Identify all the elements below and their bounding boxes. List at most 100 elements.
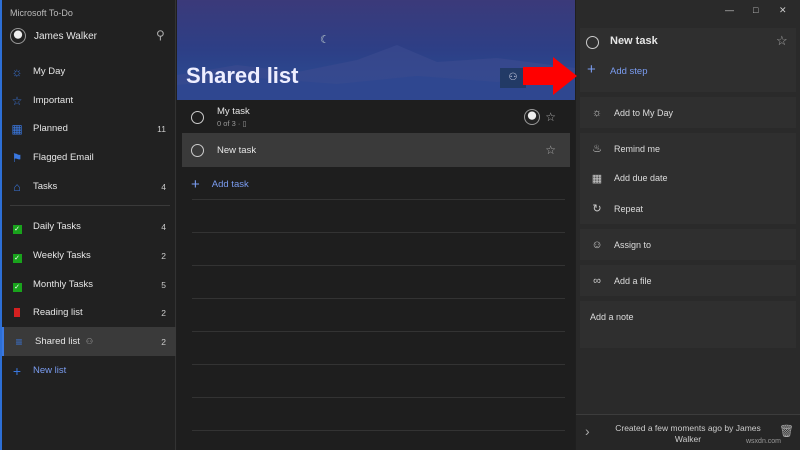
task-item-selected[interactable]: New task ☆ xyxy=(182,133,570,167)
add-step-button[interactable]: Add step xyxy=(610,66,648,77)
plus-icon: + xyxy=(12,362,22,379)
sidebar-list-daily-tasks[interactable]: ✓ Daily Tasks 4 xyxy=(2,212,176,241)
note-input[interactable]: Add a note xyxy=(580,301,796,348)
label: Add task xyxy=(211,178,249,190)
checkbox-icon: ✓ xyxy=(12,224,22,234)
label: Add a note xyxy=(590,312,634,322)
add-task-button[interactable]: + Add task xyxy=(182,170,570,198)
trash-icon[interactable]: 🗑 xyxy=(779,424,794,438)
label: Repeat xyxy=(614,203,644,214)
shared-icon: ⚇ xyxy=(85,337,94,346)
add-file-button[interactable]: ∞ Add a file xyxy=(580,265,796,296)
task-title: My task xyxy=(217,106,250,117)
person-add-icon: ☺ xyxy=(591,238,603,251)
count: 2 xyxy=(161,250,166,261)
count: 4 xyxy=(161,181,166,192)
note-icon: · ▯ xyxy=(237,119,247,128)
paperclip-icon: ∞ xyxy=(593,274,601,287)
label: Daily Tasks xyxy=(33,221,81,232)
checkbox-icon: ✓ xyxy=(12,282,22,292)
sun-icon: ☼ xyxy=(11,64,23,79)
divider xyxy=(192,364,565,365)
sidebar-item-flagged-email[interactable]: ⚑ Flagged Email xyxy=(2,143,176,172)
label: Remind me xyxy=(614,143,661,154)
label: New list xyxy=(33,365,67,376)
count: 11 xyxy=(157,123,166,134)
sidebar: Microsoft To-Do James Walker ⚲ ☼ My Day ☆… xyxy=(0,0,176,450)
star-icon[interactable]: ☆ xyxy=(545,110,556,124)
task-item[interactable]: My task 0 of 3 · ▯ ☆ xyxy=(182,102,570,132)
checkbox-icon: ✓ xyxy=(12,253,22,263)
sidebar-item-planned[interactable]: ▦ Planned 11 xyxy=(2,114,176,143)
close-button[interactable]: ✕ xyxy=(779,5,787,16)
task-title[interactable]: New task xyxy=(610,35,658,47)
count: 4 xyxy=(161,221,166,232)
label: Weekly Tasks xyxy=(33,250,91,261)
label: Reading list xyxy=(33,307,83,318)
sun-icon: ☼ xyxy=(591,106,603,119)
complete-checkbox[interactable] xyxy=(191,110,204,124)
assign-to-button[interactable]: ☺ Assign to xyxy=(580,229,796,260)
repeat-icon: ↻ xyxy=(592,203,602,215)
flag-icon: ⚑ xyxy=(11,150,23,165)
star-icon[interactable]: ☆ xyxy=(776,33,788,49)
created-info: Created a few moments ago by James Walke… xyxy=(615,423,761,444)
divider xyxy=(192,298,565,299)
divider xyxy=(192,331,565,332)
label: Add to My Day xyxy=(614,107,674,118)
divider xyxy=(192,430,565,431)
divider xyxy=(192,265,565,266)
label: Assign to xyxy=(614,239,652,250)
task-detail-pane: — □ ✕ New task ☆ + Add step ☼ Add to My D… xyxy=(576,0,800,450)
sidebar-list-monthly-tasks[interactable]: ✓ Monthly Tasks 5 xyxy=(2,270,176,299)
sidebar-item-tasks[interactable]: ⌂ Tasks 4 xyxy=(2,172,176,201)
divider xyxy=(192,199,565,200)
divider xyxy=(192,232,565,233)
maximize-button[interactable]: □ xyxy=(753,5,758,15)
star-icon: ☆ xyxy=(11,93,23,108)
count: 2 xyxy=(161,336,166,347)
calendar-icon: ▦ xyxy=(591,172,603,185)
complete-checkbox[interactable] xyxy=(191,143,204,157)
label: Important xyxy=(33,95,74,106)
sidebar-item-my-day[interactable]: ☼ My Day xyxy=(2,57,176,86)
count: 5 xyxy=(161,279,166,290)
divider xyxy=(192,397,565,398)
search-icon[interactable]: ⚲ xyxy=(156,28,165,42)
app-title: Microsoft To-Do xyxy=(10,8,73,18)
red-arrow-annotation xyxy=(523,57,577,95)
remind-me-button[interactable]: ♨ Remind me xyxy=(580,133,796,164)
task-list-pane: ☾ Shared list ⚇ My task 0 of 3 · ▯ ☆ New… xyxy=(177,0,575,450)
count: 2 xyxy=(161,307,166,318)
label: Monthly Tasks xyxy=(33,279,94,290)
complete-checkbox[interactable] xyxy=(586,36,599,49)
sidebar-list-reading-list[interactable]: Reading list 2 xyxy=(2,298,176,327)
bell-icon: ♨ xyxy=(592,143,602,155)
moon-icon: ☾ xyxy=(320,34,330,46)
label: My Day xyxy=(33,66,66,77)
sidebar-item-important[interactable]: ☆ Important xyxy=(2,86,176,115)
minimize-button[interactable]: — xyxy=(725,5,734,15)
list-banner: ☾ Shared list ⚇ xyxy=(177,0,575,100)
label: Flagged Email xyxy=(33,152,94,163)
user-profile[interactable]: James Walker xyxy=(10,28,97,44)
repeat-button[interactable]: ↻ Repeat xyxy=(580,193,796,224)
label: Tasks xyxy=(33,181,58,192)
divider xyxy=(10,205,170,206)
task-steps: 0 of 3 xyxy=(217,119,236,128)
book-icon xyxy=(10,306,24,320)
list-title: Shared list xyxy=(186,63,299,88)
new-list-button[interactable]: + New list xyxy=(2,356,176,385)
home-icon: ⌂ xyxy=(13,179,21,194)
sidebar-list-weekly-tasks[interactable]: ✓ Weekly Tasks 2 xyxy=(2,241,176,270)
add-due-date-button[interactable]: ▦ Add due date xyxy=(580,163,796,193)
star-icon[interactable]: ☆ xyxy=(545,143,556,157)
label: Add a file xyxy=(614,275,652,286)
user-name: James Walker xyxy=(34,30,97,42)
plus-icon: + xyxy=(587,61,596,78)
avatar xyxy=(10,28,26,44)
add-to-my-day-button[interactable]: ☼ Add to My Day xyxy=(580,97,796,128)
chevron-right-icon[interactable]: › xyxy=(585,423,590,439)
list-icon: ≡ xyxy=(15,334,23,349)
sidebar-list-shared-list[interactable]: ≡ Shared list ⚇ 2 xyxy=(2,327,176,356)
